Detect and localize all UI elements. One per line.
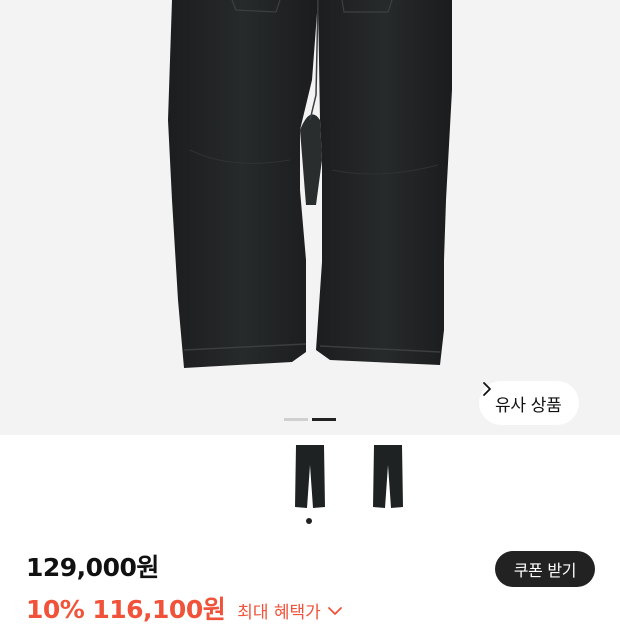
thumbnail-selected-indicator [306, 518, 312, 524]
jeans-photo [168, 0, 452, 368]
price-block: 129,000원 [26, 548, 159, 584]
thumbnail-2[interactable] [368, 445, 408, 509]
thumbnail-strip [0, 435, 620, 535]
chevron-right-icon [483, 382, 491, 396]
similar-products-label: 유사 상품 [495, 395, 562, 416]
product-image[interactable]: 유사 상품 [0, 0, 620, 435]
thumbnail-1[interactable] [290, 445, 330, 509]
sale-price: 116,100원 [92, 595, 226, 624]
pager-dot-active[interactable] [312, 418, 336, 421]
image-pager [284, 418, 336, 421]
sale-price-row: 10% 116,100원 최대 혜택가 [26, 590, 343, 626]
original-price: 129,000원 [26, 553, 159, 582]
coupon-button[interactable]: 쿠폰 받기 [495, 551, 595, 587]
chevron-down-icon [327, 606, 342, 615]
max-benefit-toggle[interactable]: 최대 혜택가 [237, 598, 343, 623]
max-benefit-label: 최대 혜택가 [237, 603, 321, 623]
similar-products-button[interactable]: 유사 상품 [479, 381, 580, 425]
pager-dot[interactable] [284, 418, 308, 421]
